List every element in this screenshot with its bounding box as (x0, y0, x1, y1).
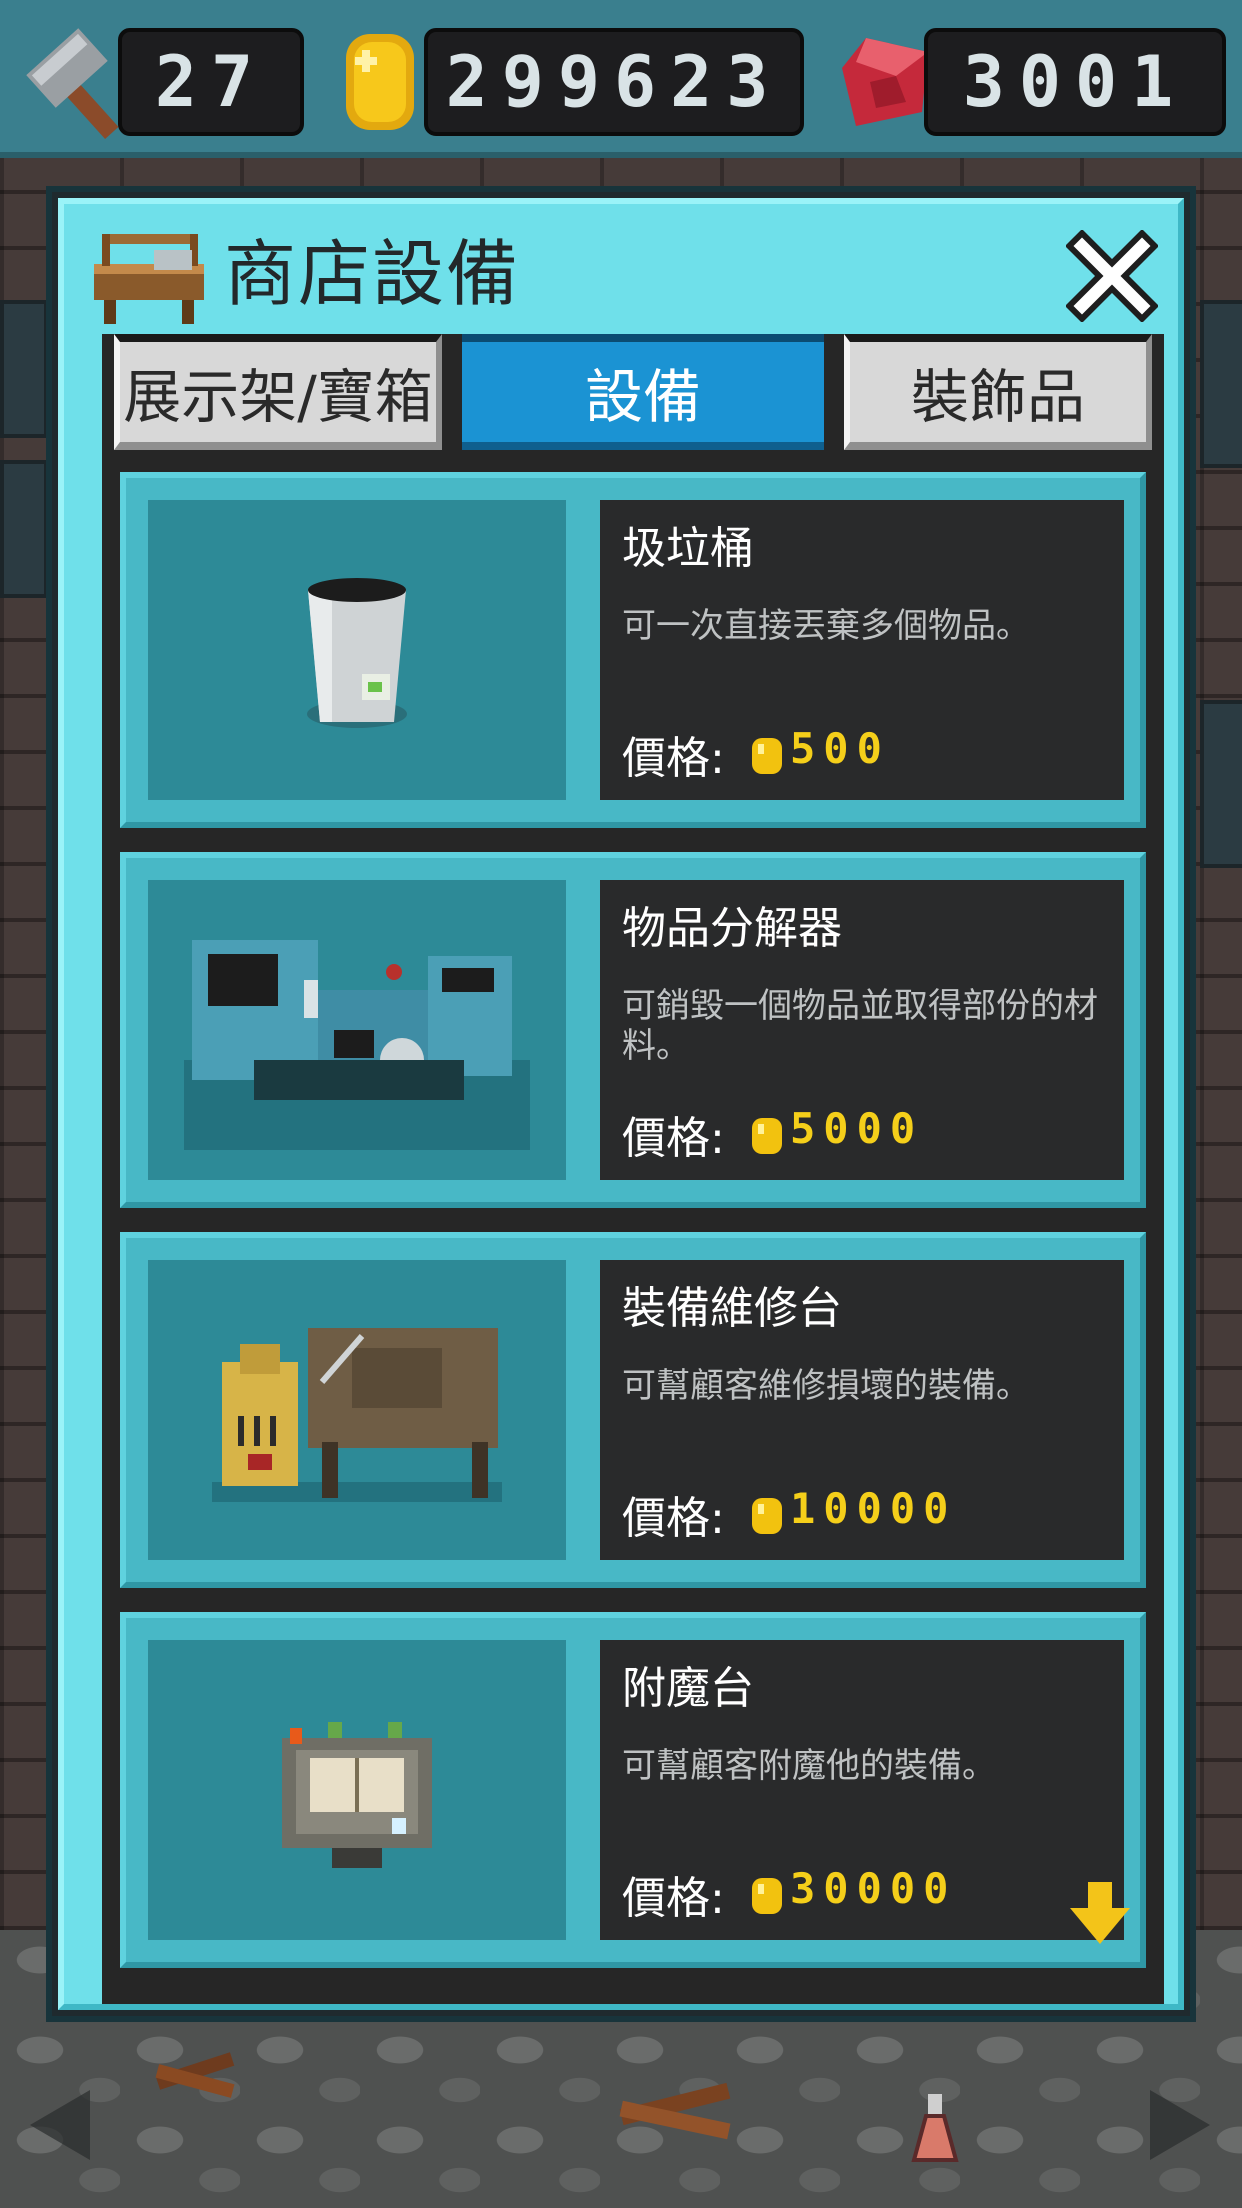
firewood-icon (619, 2082, 731, 2140)
item-image (148, 880, 566, 1180)
scroll-left-arrow-icon[interactable] (10, 2080, 100, 2170)
gold-coin-icon (346, 34, 414, 130)
gold-coin-icon (752, 1118, 782, 1154)
list-item[interactable]: 附魔台 可幫顧客附魔他的裝備。 價格: 30000 (120, 1612, 1146, 1968)
tab-decorations[interactable]: 裝飾品 (844, 334, 1152, 450)
ruby-gem-icon (842, 38, 928, 126)
potion-flask-icon (911, 2094, 959, 2162)
item-list: 圾垃桶 可一次直接丟棄多個物品。 價格: 500 物品分解器 可銷毀一個物品並取… (120, 472, 1146, 1982)
gold-coin-icon (752, 738, 782, 774)
item-description: 可幫顧客維修損壞的裝備。 (622, 1366, 1030, 1406)
item-info: 物品分解器 可銷毀一個物品並取得部份的材料。 價格: 5000 (600, 880, 1124, 1180)
tab-equipment[interactable]: 設備 (462, 334, 824, 450)
item-image (148, 1640, 566, 1940)
item-info: 圾垃桶 可一次直接丟棄多個物品。 價格: 500 (600, 500, 1124, 800)
item-price: 30000 (790, 1864, 957, 1913)
trash-can-icon (307, 578, 407, 728)
price-label: 價格: (622, 1873, 725, 1924)
shop-counter-icon (94, 234, 204, 324)
item-description: 可銷毀一個物品並取得部份的材料。 (622, 986, 1098, 1066)
gem-amount: 3001 (924, 28, 1226, 136)
item-image (148, 1260, 566, 1560)
tab-container: 展示架/寶箱 設備 裝飾品 圾垃桶 可一次直接丟棄多個物品。 價格: 500 物… (102, 334, 1164, 2004)
item-description: 可一次直接丟棄多個物品。 (622, 606, 1030, 646)
item-name: 圾垃桶 (622, 523, 754, 574)
item-price: 5000 (790, 1104, 924, 1153)
item-info: 裝備維修台 可幫顧客維修損壞的裝備。 價格: 10000 (600, 1260, 1124, 1560)
shop-equipment-dialog: 商店設備 展示架/寶箱 設備 裝飾品 圾垃桶 可一次直接丟棄多個物品。 價格: … (46, 186, 1196, 2022)
price-label: 價格: (622, 1113, 725, 1164)
price-label: 價格: (622, 733, 725, 784)
dialog-title: 商店設備 (224, 232, 521, 316)
item-info: 附魔台 可幫顧客附魔他的裝備。 價格: 30000 (600, 1640, 1130, 1944)
scroll-right-arrow-icon[interactable] (1140, 2080, 1230, 2170)
left-wall-ornament (0, 460, 48, 598)
gold-coin-icon (752, 1878, 782, 1914)
item-name: 物品分解器 (622, 903, 842, 954)
item-price: 10000 (790, 1484, 957, 1533)
list-item[interactable]: 裝備維修台 可幫顧客維修損壞的裝備。 價格: 10000 (120, 1232, 1146, 1588)
close-icon[interactable] (1066, 230, 1158, 322)
resource-bar: 27 299623 3001 (0, 0, 1242, 158)
item-name: 附魔台 (622, 1663, 754, 1714)
right-wall-ornament (1200, 700, 1242, 868)
item-disassembler-icon (184, 940, 530, 1150)
gold-amount: 299623 (424, 28, 804, 136)
gold-coin-icon (752, 1498, 782, 1534)
item-description: 可幫顧客附魔他的裝備。 (622, 1746, 996, 1786)
list-item[interactable]: 物品分解器 可銷毀一個物品並取得部份的材料。 價格: 5000 (120, 852, 1146, 1208)
list-item[interactable]: 圾垃桶 可一次直接丟棄多個物品。 價格: 500 (120, 472, 1146, 828)
repair-bench-icon (212, 1328, 502, 1502)
hammer-count: 27 (118, 28, 304, 136)
item-price: 500 (790, 724, 890, 773)
price-label: 價格: (622, 1493, 725, 1544)
left-wall-ornament (0, 300, 48, 438)
enchanting-table-icon (282, 1722, 432, 1868)
right-wall-ornament (1200, 300, 1242, 468)
scroll-down-arrow-icon[interactable] (1070, 1882, 1130, 1946)
dialog-frame: 商店設備 展示架/寶箱 設備 裝飾品 圾垃桶 可一次直接丟棄多個物品。 價格: … (58, 198, 1184, 2010)
firewood-icon (155, 2052, 235, 2098)
item-name: 裝備維修台 (622, 1283, 842, 1334)
tab-shelves-chests[interactable]: 展示架/寶箱 (114, 334, 442, 450)
item-image (148, 500, 566, 800)
